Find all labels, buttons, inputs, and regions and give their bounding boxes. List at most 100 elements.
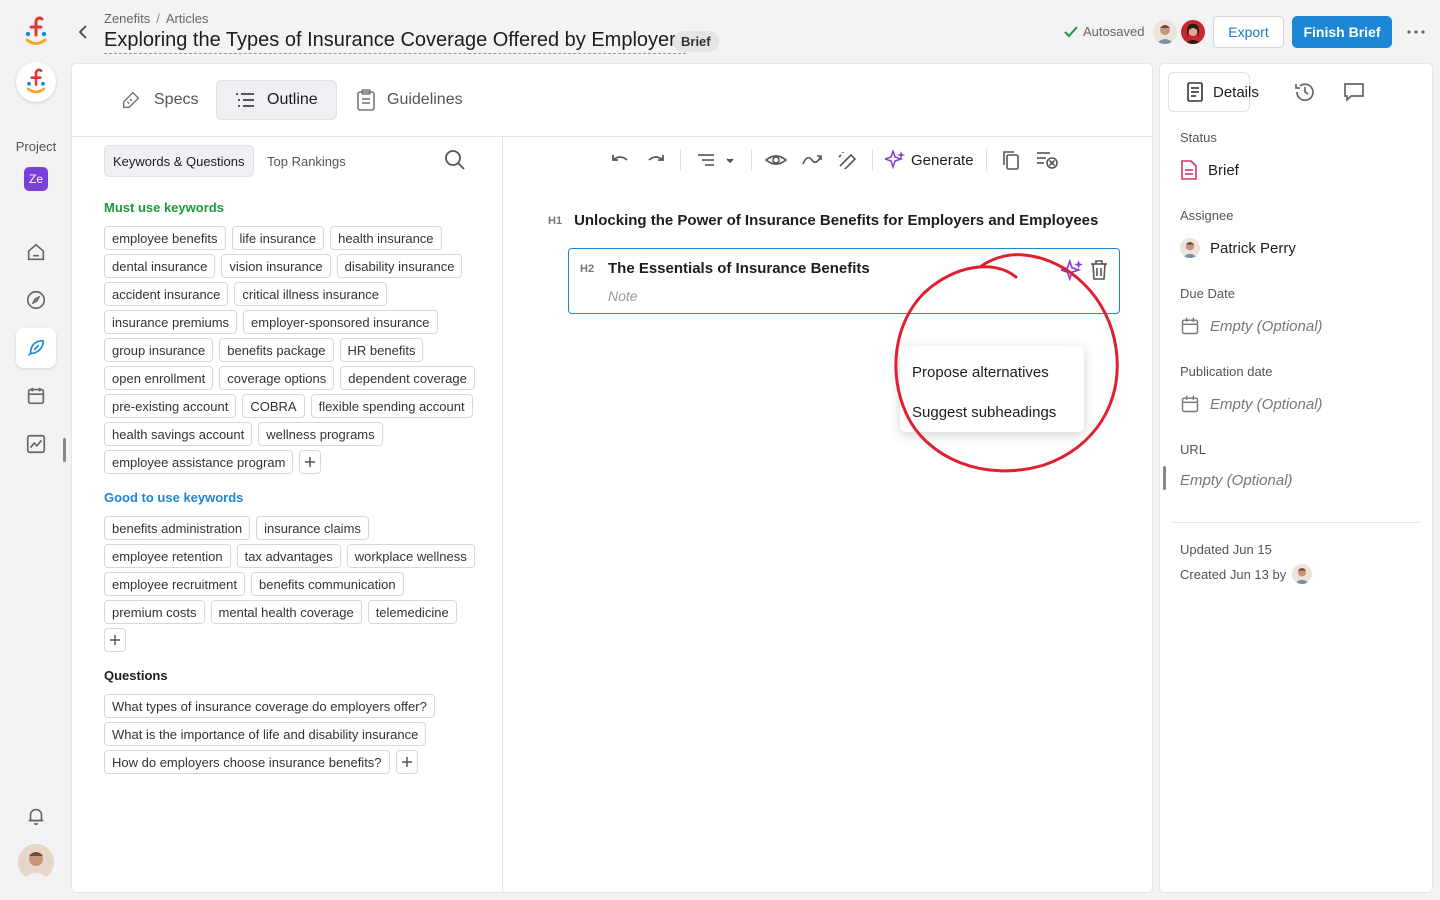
keyword-chip[interactable]: open enrollment — [104, 366, 214, 390]
ai-view-icon[interactable] — [758, 147, 794, 173]
ai-sparkles-icon[interactable] — [1061, 259, 1083, 281]
keyword-chip[interactable]: flexible spending account — [310, 394, 473, 418]
add-icon[interactable] — [104, 628, 126, 652]
generate-button[interactable]: Generate — [879, 150, 980, 170]
question-chip[interactable]: What is the importance of life and disab… — [104, 722, 427, 746]
keyword-chip[interactable]: premium costs — [104, 600, 205, 624]
redo-icon[interactable] — [638, 147, 674, 173]
keyword-chip[interactable]: life insurance — [231, 226, 325, 250]
subtab-top-rankings[interactable]: Top Rankings — [259, 145, 354, 177]
keyword-chip[interactable]: COBRA — [242, 394, 305, 418]
collaborator-avatar[interactable] — [1153, 20, 1177, 44]
keyword-chip[interactable]: benefits administration — [104, 516, 251, 540]
h2-heading-text[interactable]: The Essentials of Insurance Benefits — [608, 260, 870, 277]
must-keywords-list: employee benefits life insurance health in… — [104, 226, 484, 474]
toolbar-divider — [872, 149, 873, 171]
more-options-icon[interactable] — [1402, 22, 1430, 42]
keyword-chip[interactable]: tax advantages — [236, 544, 341, 568]
collaborator-avatar[interactable] — [1181, 20, 1205, 44]
export-button[interactable]: Export — [1213, 16, 1284, 48]
bell-icon[interactable] — [16, 796, 56, 836]
list-style-dropdown-icon[interactable] — [687, 147, 745, 173]
calendar-icon[interactable] — [16, 376, 56, 416]
created-text: Created Jun 13 by — [1180, 566, 1287, 582]
updated-meta: Updated Jun 15 — [1180, 542, 1272, 557]
keyword-chip[interactable]: coverage options — [219, 366, 335, 390]
analytics-icon[interactable] — [16, 424, 56, 464]
keyword-chip[interactable]: vision insurance — [221, 254, 331, 278]
copy-icon[interactable] — [993, 147, 1029, 173]
keyword-chip[interactable]: employee retention — [104, 544, 231, 568]
undo-icon[interactable] — [602, 147, 638, 173]
back-chevron-icon[interactable] — [74, 22, 92, 42]
due-date-field[interactable]: Empty (Optional) — [1180, 316, 1323, 336]
keyword-chip[interactable]: employee assistance program — [104, 450, 294, 474]
app-logo-icon[interactable] — [18, 14, 54, 50]
keyword-chip[interactable]: mental health coverage — [210, 600, 362, 624]
assignee-value[interactable]: Patrick Perry — [1180, 238, 1296, 258]
h2-note-field[interactable]: Note — [608, 288, 638, 304]
status-value[interactable]: Brief — [1180, 160, 1239, 180]
keyword-chip[interactable]: insurance claims — [256, 516, 369, 540]
add-icon[interactable] — [299, 450, 322, 474]
keyword-chip[interactable]: group insurance — [104, 338, 214, 362]
keyword-chip[interactable]: employee recruitment — [104, 572, 245, 596]
keyword-chip[interactable]: workplace wellness — [346, 544, 475, 568]
finish-brief-button[interactable]: Finish Brief — [1292, 16, 1392, 48]
tab-label: Guidelines — [387, 91, 463, 108]
keyword-chip[interactable]: HR benefits — [339, 338, 424, 362]
outline-h2-block[interactable]: H2 The Essentials of Insurance Benefits … — [568, 248, 1120, 314]
compass-icon[interactable] — [16, 280, 56, 320]
keyword-chip[interactable]: dependent coverage — [340, 366, 475, 390]
feather-icon[interactable] — [16, 328, 56, 368]
main-panel: Specs Outline Guidelines Keywords & Ques… — [72, 64, 1152, 892]
check-icon — [1064, 25, 1078, 38]
keyword-chip[interactable]: telemedicine — [367, 600, 457, 624]
question-chip[interactable]: How do employers choose insurance benefi… — [104, 750, 390, 774]
toolbar-divider — [751, 149, 752, 171]
keyword-chip[interactable]: employer-sponsored insurance — [243, 310, 438, 334]
keyword-chip[interactable]: critical illness insurance — [234, 282, 387, 306]
tab-specs[interactable]: Specs — [102, 80, 216, 120]
trash-icon[interactable] — [1089, 259, 1111, 281]
breadcrumb-item-workspace[interactable]: Zenefits — [104, 11, 150, 26]
keyword-chip[interactable]: benefits communication — [251, 572, 404, 596]
publication-date-field[interactable]: Empty (Optional) — [1180, 394, 1323, 414]
keyword-chip[interactable]: health insurance — [330, 226, 442, 250]
keyword-chip[interactable]: accident insurance — [104, 282, 229, 306]
tab-outline[interactable]: Outline — [216, 80, 337, 120]
keyword-chip[interactable]: health savings account — [104, 422, 253, 446]
user-avatar[interactable] — [18, 844, 54, 880]
ai-edit-icon[interactable] — [830, 147, 866, 173]
comment-icon[interactable] — [1343, 81, 1365, 103]
clear-format-icon[interactable] — [1029, 147, 1065, 173]
outline-h1[interactable]: H1 Unlocking the Power of Insurance Bene… — [548, 212, 1098, 229]
keyword-chip[interactable]: benefits package — [219, 338, 334, 362]
suggest-subheadings-item[interactable]: Suggest subheadings — [912, 404, 1056, 421]
breadcrumb-item-articles[interactable]: Articles — [166, 11, 209, 26]
home-icon[interactable] — [16, 232, 56, 272]
url-value: Empty (Optional) — [1180, 472, 1293, 489]
question-chip[interactable]: What types of insurance coverage do empl… — [104, 694, 435, 718]
workspace-logo-icon[interactable] — [16, 62, 56, 102]
propose-alternatives-item[interactable]: Propose alternatives — [912, 364, 1049, 381]
brief-doc-icon — [1180, 160, 1198, 180]
keyword-chip[interactable]: wellness programs — [258, 422, 383, 446]
keyword-chip[interactable]: disability insurance — [336, 254, 463, 278]
url-field[interactable]: Empty (Optional) — [1180, 472, 1293, 489]
tab-details[interactable]: Details — [1168, 72, 1259, 112]
subtab-keywords-questions[interactable]: Keywords & Questions — [104, 145, 254, 177]
project-badge[interactable]: Ze — [24, 167, 48, 191]
tab-guidelines[interactable]: Guidelines — [339, 80, 481, 120]
breadcrumb: Zenefits / Articles — [104, 11, 209, 26]
keyword-chip[interactable]: dental insurance — [104, 254, 216, 278]
history-icon[interactable] — [1294, 81, 1316, 103]
h1-heading-text[interactable]: Unlocking the Power of Insurance Benefit… — [574, 212, 1098, 229]
keyword-chip[interactable]: insurance premiums — [104, 310, 238, 334]
keyword-chip[interactable]: employee benefits — [104, 226, 226, 250]
ai-rewrite-icon[interactable] — [794, 147, 830, 173]
add-icon[interactable] — [395, 750, 418, 774]
keyword-chip[interactable]: pre-existing account — [104, 394, 237, 418]
page-title[interactable]: Exploring the Types of Insurance Coverag… — [104, 29, 686, 54]
search-icon[interactable] — [444, 149, 466, 171]
